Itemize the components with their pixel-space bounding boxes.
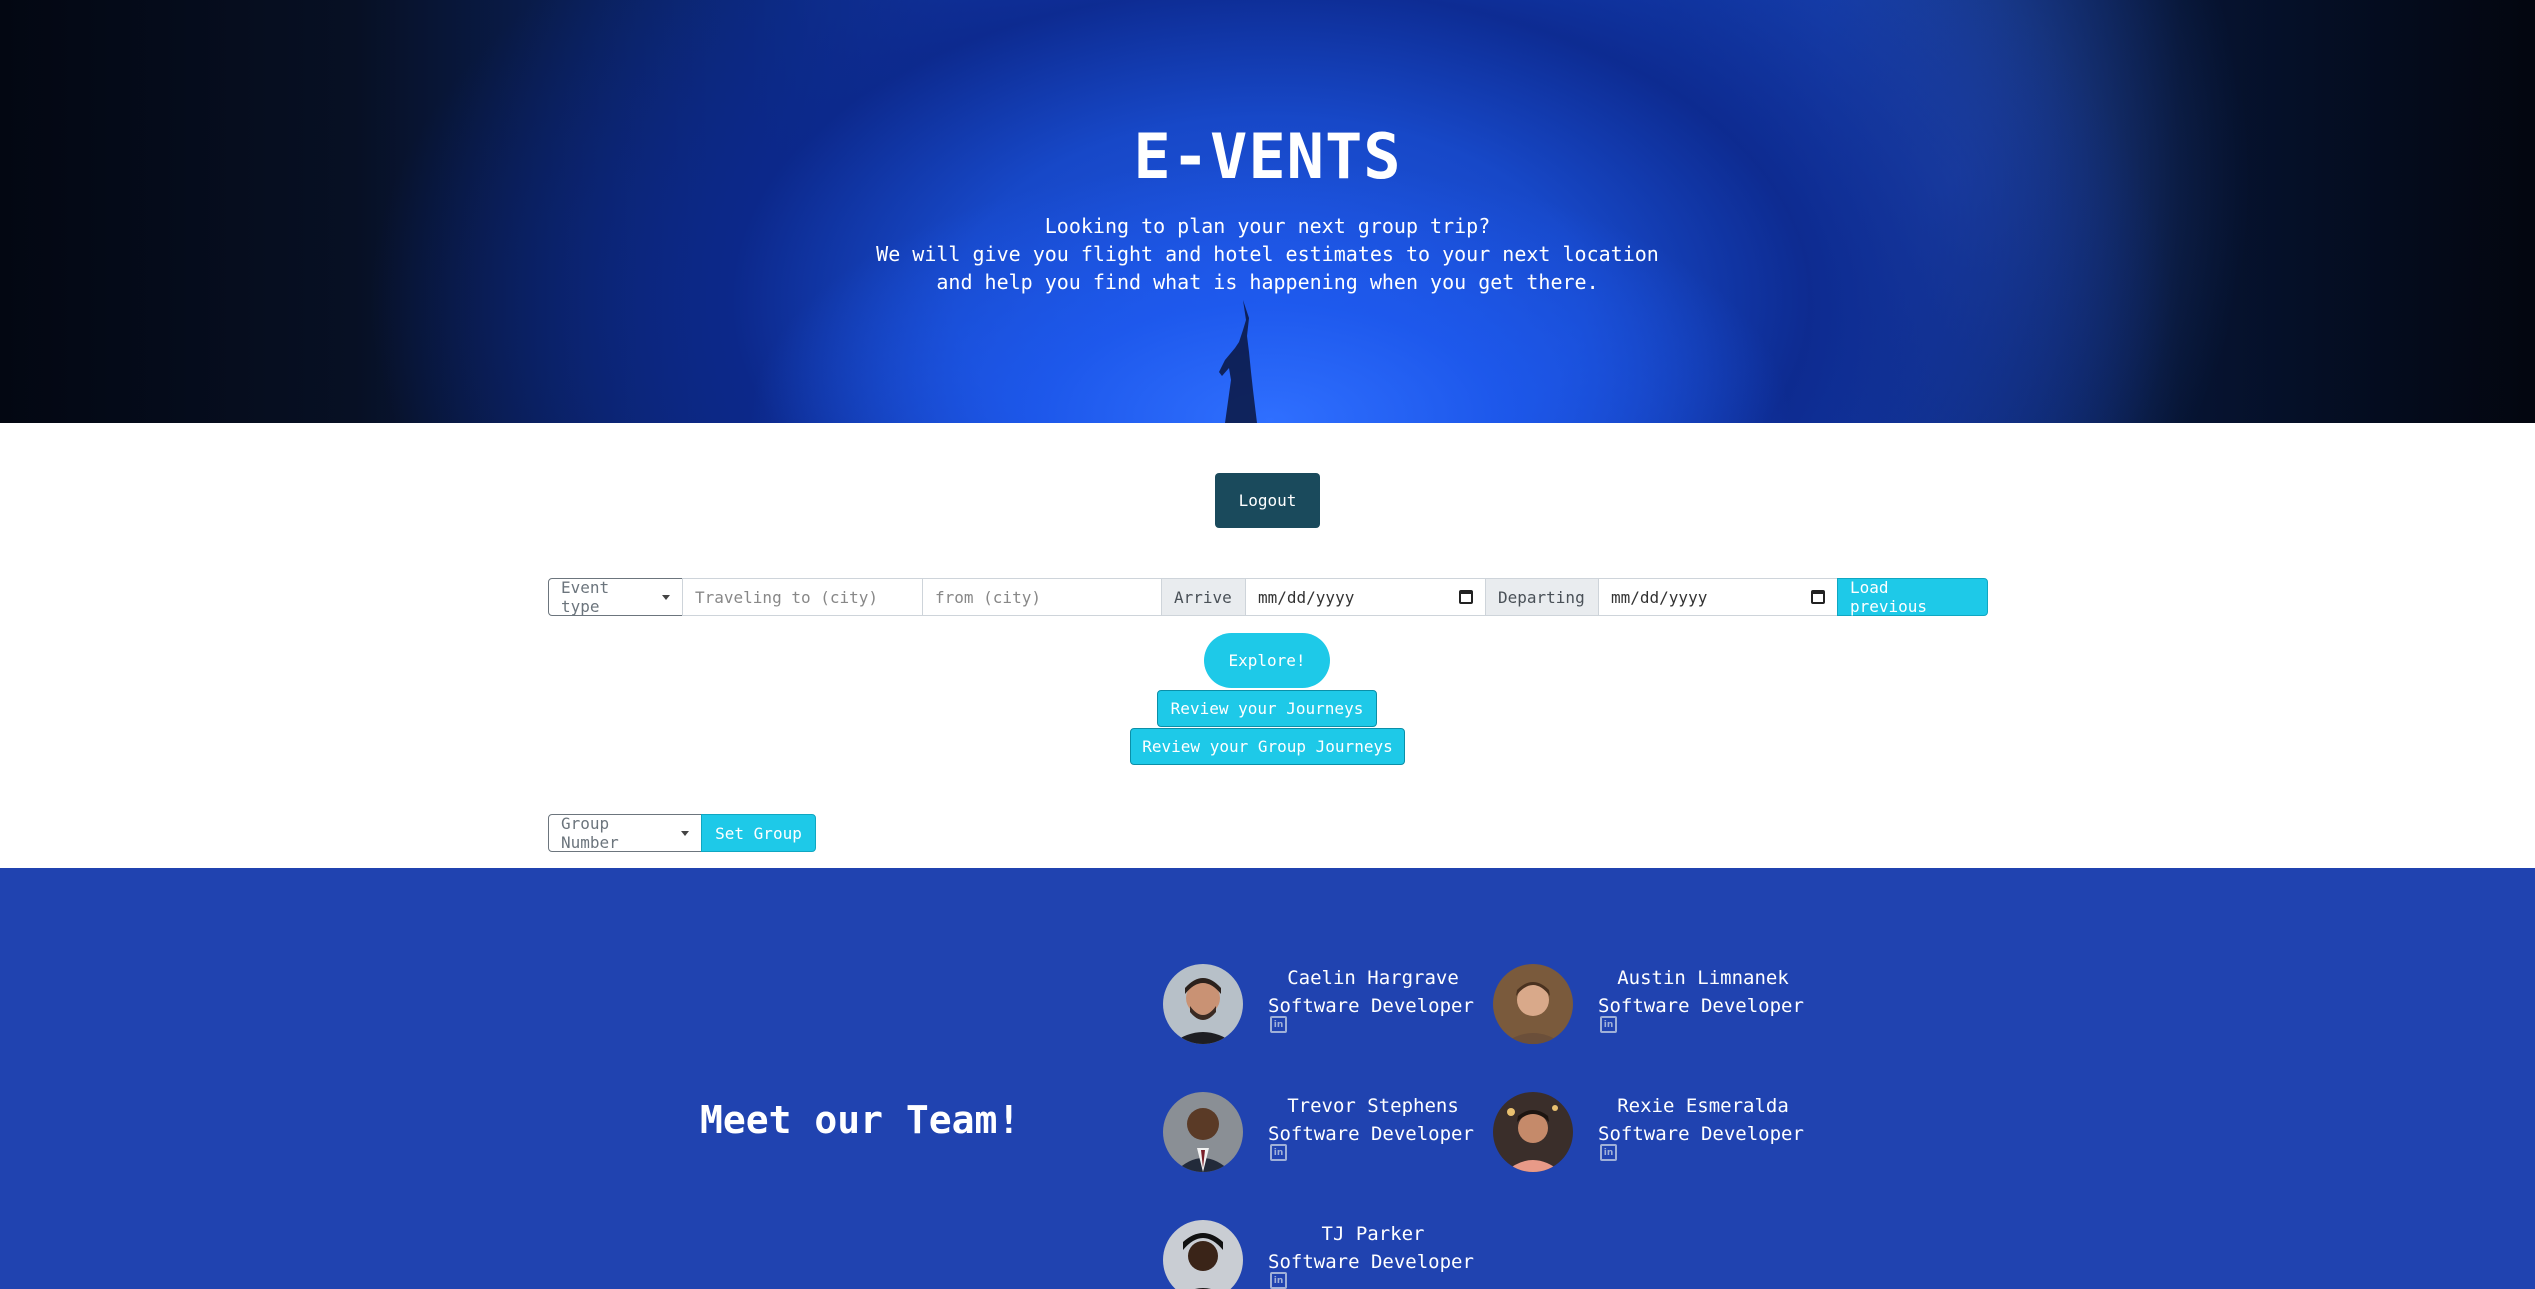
caret-down-icon — [662, 594, 670, 600]
set-group-button[interactable]: Set Group — [701, 814, 816, 852]
explore-button[interactable]: Explore! — [1204, 633, 1330, 688]
group-number-dropdown[interactable]: Group Number — [548, 814, 702, 852]
team-member: Caelin Hargrave Software Developer in — [1163, 964, 1483, 1054]
member-name: Trevor Stephens — [1287, 1095, 1459, 1117]
team-member: Rexie Esmeralda Software Developer in — [1493, 1092, 1813, 1182]
logout-button[interactable]: Logout — [1215, 473, 1320, 528]
avatar — [1493, 1092, 1573, 1172]
member-name: TJ Parker — [1321, 1223, 1425, 1245]
member-role: Software Developer — [1268, 995, 1474, 1017]
departing-label-text: Departing — [1498, 587, 1585, 607]
linkedin-icon[interactable]: in — [1600, 1144, 1617, 1161]
departing-date-value: mm/dd/yyyy — [1611, 587, 1708, 607]
hero-subtitle-line: We will give you flight and hotel estima… — [876, 242, 1659, 266]
group-number-label: Group Number — [561, 814, 619, 852]
hero-banner: E-VENTS Looking to plan your next group … — [0, 0, 2535, 423]
avatar — [1163, 1092, 1243, 1172]
hero-subtitle-line: and help you find what is happening when… — [936, 270, 1599, 294]
departing-date-input[interactable]: mm/dd/yyyy — [1598, 578, 1838, 616]
hero-subtitle-line: Looking to plan your next group trip? — [1044, 214, 1491, 238]
site-title: E-VENTS — [1133, 120, 1402, 193]
member-name: Rexie Esmeralda — [1617, 1095, 1789, 1117]
team-member: Trevor Stephens Software Developer in — [1163, 1092, 1483, 1182]
departing-label: Departing — [1485, 578, 1599, 616]
arrive-label: Arrive — [1161, 578, 1246, 616]
linkedin-icon[interactable]: in — [1270, 1272, 1287, 1289]
team-title: Meet our Team! — [700, 1098, 1021, 1142]
arrive-label-text: Arrive — [1174, 587, 1232, 607]
member-role: Software Developer — [1598, 1123, 1804, 1145]
event-type-dropdown[interactable]: Event type — [548, 578, 683, 616]
review-journeys-button[interactable]: Review your Journeys — [1157, 690, 1377, 727]
team-section: Meet our Team! Caelin Hargrave Software … — [0, 868, 2535, 1289]
avatar — [1493, 964, 1573, 1044]
avatar — [1163, 964, 1243, 1044]
load-previous-button[interactable]: Load previous — [1837, 578, 1988, 616]
performer-silhouette — [1219, 300, 1257, 423]
arrive-date-value: mm/dd/yyyy — [1258, 587, 1355, 607]
event-type-label: Event type — [561, 578, 610, 616]
calendar-icon[interactable] — [1459, 590, 1473, 604]
caret-down-icon — [681, 830, 689, 836]
team-member: TJ Parker Software Developer in — [1163, 1220, 1483, 1289]
member-role: Software Developer — [1598, 995, 1804, 1017]
linkedin-icon[interactable]: in — [1270, 1016, 1287, 1033]
calendar-icon[interactable] — [1811, 590, 1825, 604]
from-city-input[interactable]: from (city) — [922, 578, 1162, 616]
review-group-journeys-button[interactable]: Review your Group Journeys — [1130, 728, 1405, 765]
from-city-placeholder: from (city) — [935, 587, 1041, 607]
to-city-placeholder: Traveling to (city) — [695, 587, 879, 607]
member-role: Software Developer — [1268, 1251, 1474, 1273]
linkedin-icon[interactable]: in — [1270, 1144, 1287, 1161]
member-name: Austin Limnanek — [1617, 967, 1789, 989]
team-member: Austin Limnanek Software Developer in — [1493, 964, 1813, 1054]
avatar — [1163, 1220, 1243, 1289]
arrive-date-input[interactable]: mm/dd/yyyy — [1245, 578, 1486, 616]
trip-search-form: Event type Traveling to (city) from (cit… — [548, 578, 1988, 616]
hero-subtitle: Looking to plan your next group trip? We… — [0, 212, 2535, 296]
member-name: Caelin Hargrave — [1287, 967, 1459, 989]
linkedin-icon[interactable]: in — [1600, 1016, 1617, 1033]
to-city-input[interactable]: Traveling to (city) — [682, 578, 923, 616]
group-form: Group Number Set Group — [548, 814, 816, 852]
member-role: Software Developer — [1268, 1123, 1474, 1145]
